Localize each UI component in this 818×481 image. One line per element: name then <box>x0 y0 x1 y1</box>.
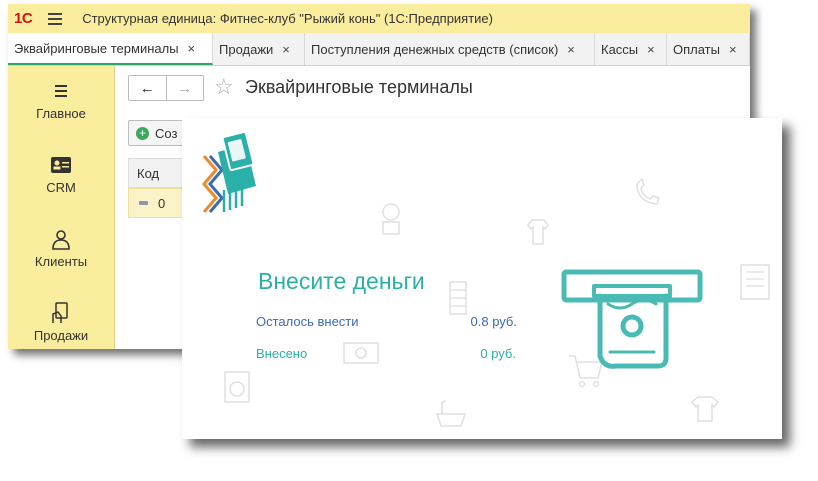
tab-label: Оплаты <box>673 41 720 57</box>
shirt-icon <box>527 219 549 245</box>
tower-icon <box>449 281 467 315</box>
tshirt-icon <box>690 396 720 422</box>
tab-cash-registers[interactable]: Кассы × <box>595 33 667 65</box>
card-hand-icon <box>52 302 68 323</box>
remaining-label: Осталось внести <box>256 314 359 329</box>
forward-button[interactable]: → <box>165 76 204 100</box>
bathtub-icon <box>435 400 467 427</box>
cash-dispenser-icon <box>561 269 703 369</box>
phone-24-icon <box>636 177 660 205</box>
plus-icon: + <box>136 126 149 140</box>
star-icon[interactable]: ☆ <box>214 74 234 100</box>
tab-cash-receipts[interactable]: Поступления денежных средств (список) × <box>305 33 595 65</box>
fitness-scale-icon <box>382 203 400 235</box>
sidebar-item-label: CRM <box>46 180 76 195</box>
sidebar: Главное CRM Клиенты Продажи <box>8 66 115 349</box>
person-icon <box>52 230 70 250</box>
tab-acquiring-terminals[interactable]: Эквайринговые терминалы × <box>8 33 213 65</box>
building-icon <box>740 264 770 300</box>
washing-machine-icon <box>224 371 250 403</box>
row-code: 0 <box>158 195 166 211</box>
sidebar-item-sales[interactable]: Продажи <box>8 302 114 343</box>
acquiring-terminal-logo-icon <box>202 131 256 213</box>
tab-label: Поступления денежных средств (список) <box>311 41 559 57</box>
back-button[interactable]: ← <box>129 76 166 100</box>
sidebar-item-label: Продажи <box>33 328 89 343</box>
paid-value: 0 руб. <box>480 346 516 361</box>
hamburger-menu-icon[interactable] <box>48 12 63 25</box>
sidebar-item-main[interactable]: Главное <box>8 80 114 121</box>
row-marker-icon <box>139 201 148 205</box>
tab-bar: Эквайринговые терминалы × Продажи × Пост… <box>8 33 750 66</box>
title-bar: 1С Структурная единица: Фитнес-клуб "Рыж… <box>8 4 750 33</box>
close-icon[interactable]: × <box>729 42 737 57</box>
menu-lines-icon <box>55 85 67 97</box>
close-icon[interactable]: × <box>647 42 655 57</box>
payment-heading: Внесите деньги <box>258 268 425 294</box>
remaining-value: 0.8 руб. <box>470 314 517 329</box>
window-title: Структурная единица: Фитнес-клуб "Рыжий … <box>82 11 493 26</box>
tab-label: Кассы <box>601 41 639 57</box>
close-icon[interactable]: × <box>282 42 290 57</box>
sidebar-item-clients[interactable]: Клиенты <box>8 228 114 269</box>
paid-label: Внесено <box>256 346 308 361</box>
page-title: Эквайринговые терминалы <box>245 77 473 97</box>
sidebar-item-label: Клиенты <box>34 254 88 269</box>
id-card-icon <box>51 157 71 173</box>
tab-label: Эквайринговые терминалы <box>14 40 179 56</box>
close-icon[interactable]: × <box>188 41 196 56</box>
sidebar-item-label: Главное <box>36 106 86 121</box>
create-label: Соз <box>155 125 178 141</box>
tab-label: Продажи <box>219 41 274 57</box>
banknote-icon <box>343 342 379 364</box>
tab-sales[interactable]: Продажи × <box>213 33 305 65</box>
sidebar-item-crm[interactable]: CRM <box>8 154 114 195</box>
history-nav: ← → <box>128 75 204 101</box>
app-logo: 1С <box>14 10 33 27</box>
payment-dialog: Внесите деньги Осталось внести 0.8 руб. … <box>182 118 782 439</box>
tab-payments[interactable]: Оплаты × <box>667 33 750 65</box>
close-icon[interactable]: × <box>567 42 575 57</box>
